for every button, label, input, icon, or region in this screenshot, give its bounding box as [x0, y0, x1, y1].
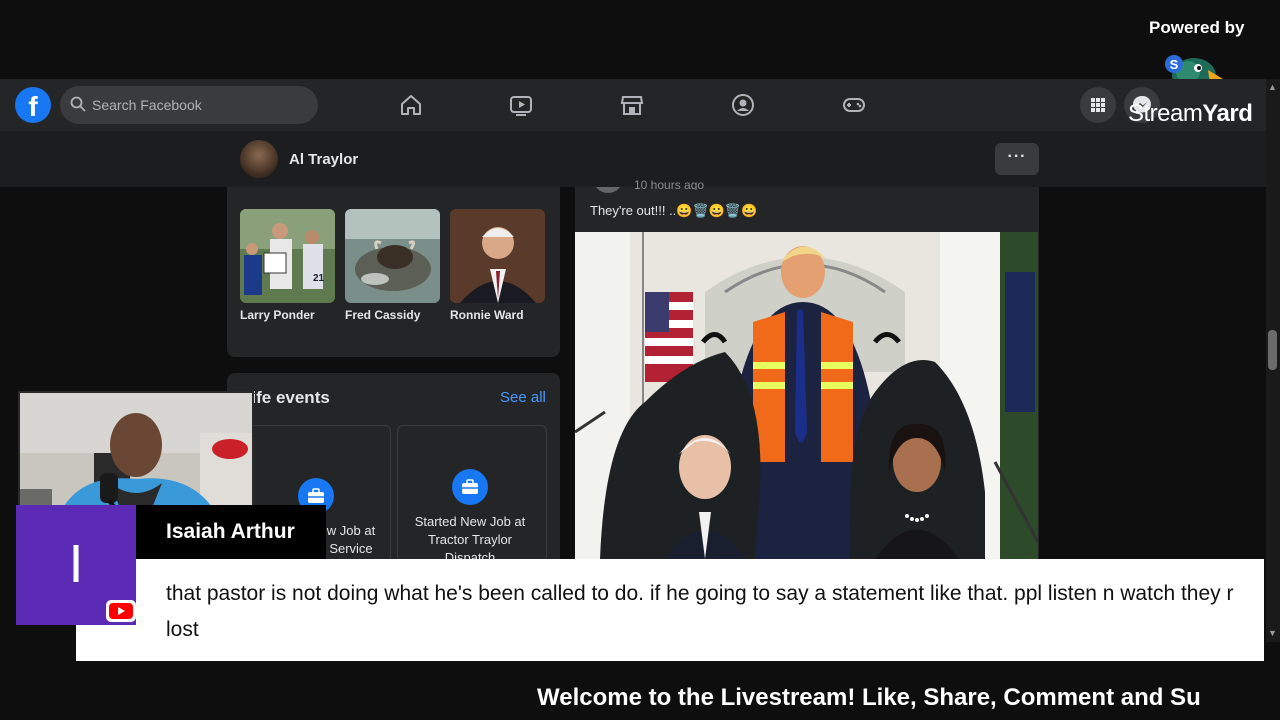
brand-part-2: Yard	[1202, 100, 1253, 127]
ticker-text: Welcome to the Livestream! Like, Share, …	[537, 684, 1201, 711]
facebook-logo[interactable]: f	[15, 87, 51, 123]
home-icon[interactable]	[398, 92, 424, 118]
profile-name[interactable]: Al Traylor	[289, 151, 358, 168]
streamyard-wordmark: StreamYard	[1128, 100, 1253, 128]
post-author-avatar[interactable]	[593, 187, 623, 193]
svg-text:S: S	[1170, 57, 1179, 72]
webcam-feed	[18, 391, 254, 515]
comment-text: that pastor is not doing what he's been …	[166, 582, 1234, 641]
powered-by-label: Powered by	[1149, 18, 1245, 37]
scroll-down-arrow[interactable]: ▼	[1268, 628, 1277, 638]
friend-photo[interactable]	[450, 209, 545, 303]
friend-name[interactable]: Larry Ponder	[240, 308, 315, 322]
friend-photo[interactable]	[345, 209, 440, 303]
event-line: Tractor Traylor	[427, 532, 513, 547]
menu-grid-icon	[1091, 98, 1105, 112]
menu-grid-button[interactable]	[1080, 87, 1116, 123]
brand-part-1: Stream	[1128, 100, 1203, 127]
briefcase-icon	[452, 469, 488, 505]
event-line: Started New Job at	[414, 514, 526, 529]
gaming-icon[interactable]	[841, 92, 867, 118]
commenter-name: Isaiah Arthur	[166, 520, 295, 543]
friend-photo[interactable]: 21	[240, 209, 335, 303]
groups-icon[interactable]	[730, 92, 756, 118]
post-timestamp[interactable]: 10 hours ago	[634, 178, 704, 190]
more-options-button[interactable]: ···	[995, 143, 1039, 175]
svg-text:21: 21	[313, 273, 325, 284]
scroll-up-arrow[interactable]: ▲	[1268, 82, 1277, 92]
avatar[interactable]	[240, 140, 278, 178]
youtube-icon	[106, 600, 136, 622]
post-time: 10 hours ago	[634, 178, 705, 190]
search-icon	[70, 96, 86, 112]
commenter-initial: I	[68, 534, 84, 594]
search-input[interactable]	[92, 95, 302, 115]
friend-name[interactable]: Fred Cassidy	[345, 308, 420, 322]
life-events-title: Life events	[241, 388, 330, 407]
profile-header-bar	[0, 131, 1266, 187]
video-icon[interactable]	[508, 92, 534, 118]
life-event-text: Started New Job at Tractor Traylor Dispa…	[400, 513, 540, 559]
see-all-link[interactable]: See all	[500, 389, 546, 406]
post-image[interactable]	[575, 232, 1038, 559]
friend-name[interactable]: Ronnie Ward	[450, 308, 524, 322]
marketplace-icon[interactable]	[619, 92, 645, 118]
scrollbar-thumb[interactable]	[1268, 330, 1277, 370]
post-caption: They're out!!! ..😀🗑️😀🗑️😀	[590, 203, 758, 218]
event-line: Dispatch	[444, 550, 496, 559]
